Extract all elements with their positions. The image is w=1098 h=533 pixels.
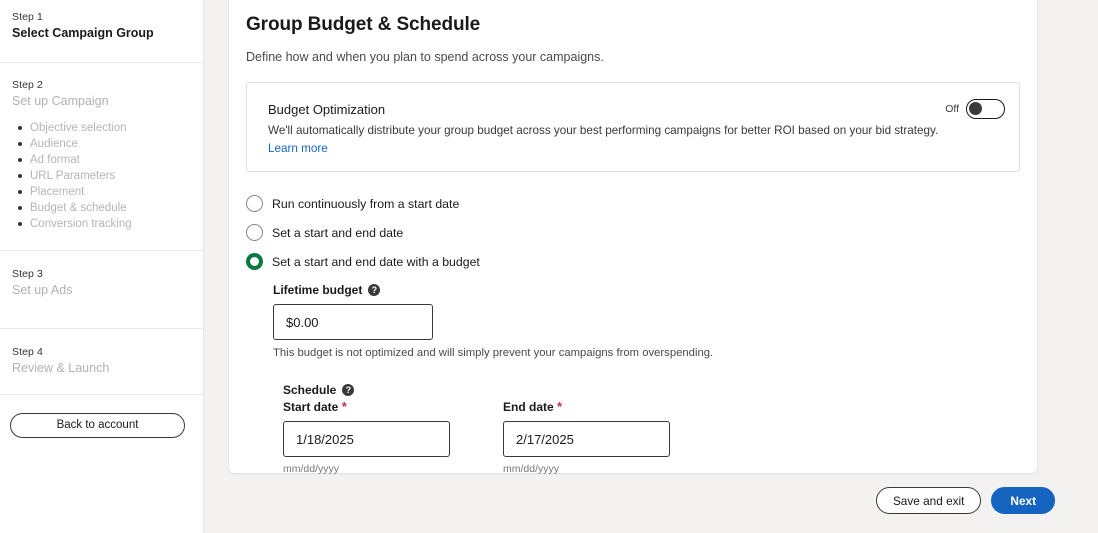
schedule-label-row: Schedule ? [283, 383, 1020, 397]
step-3-title: Set up Ads [12, 283, 73, 297]
step-3-kicker: Step 3 [12, 268, 43, 280]
step-2-kicker: Step 2 [12, 79, 43, 91]
sidebar-item-budget-schedule[interactable]: Budget & schedule [12, 200, 191, 216]
step-4-kicker: Step 4 [12, 346, 43, 358]
question-mark-icon[interactable]: ? [342, 384, 355, 396]
step-4-title: Review & Launch [12, 361, 110, 375]
end-date-format-hint: mm/dd/yyyy [503, 463, 560, 475]
page-subtitle: Define how and when you plan to spend ac… [246, 50, 604, 64]
radio-option-run-continuously[interactable]: Run continuously from a start date [246, 189, 1020, 218]
sidebar-item-ad-format[interactable]: Ad format [12, 152, 191, 168]
lifetime-budget-helper-text: This budget is not optimized and will si… [273, 347, 714, 359]
budget-optimization-title: Budget Optimization [268, 102, 386, 117]
app-root: Step 1 Select Campaign Group Step 2 Set … [0, 0, 1098, 533]
radio-option-start-end-date-with-budget[interactable]: Set a start and end date with a budget [246, 247, 1020, 276]
budget-optimization-panel: Budget Optimization We'll automatically … [246, 82, 1020, 172]
sidebar-item-objective-selection[interactable]: Objective selection [12, 120, 191, 136]
sidebar-step-4[interactable]: Step 4 Review & Launch [0, 328, 203, 394]
start-date-label-row: Start date * [283, 400, 453, 414]
toggle-state-label: Off [945, 103, 959, 115]
start-date-input[interactable] [283, 421, 450, 457]
required-marker: * [341, 399, 347, 414]
sidebar-step-1[interactable]: Step 1 Select Campaign Group [0, 0, 203, 62]
question-mark-icon[interactable]: ? [368, 284, 381, 296]
lifetime-budget-label: Lifetime budget [273, 283, 363, 297]
date-fields-row: Start date * mm/dd/yyyy End date * mm/dd… [283, 400, 1020, 475]
start-date-label: Start date [283, 400, 339, 414]
lifetime-budget-input[interactable] [273, 304, 433, 340]
radio-unchecked-icon[interactable] [246, 195, 263, 212]
step-1-title: Select Campaign Group [12, 26, 154, 40]
start-date-field: Start date * mm/dd/yyyy [283, 400, 453, 475]
step-2-title: Set up Campaign [12, 94, 109, 108]
next-button[interactable]: Next [991, 487, 1055, 514]
start-date-format-hint: mm/dd/yyyy [283, 463, 340, 475]
substep-list: Objective selection Audience Ad format U… [12, 120, 191, 232]
end-date-label: End date [503, 400, 554, 414]
radio-option-label: Set a start and end date [272, 225, 404, 240]
wizard-sidebar: Step 1 Select Campaign Group Step 2 Set … [0, 0, 204, 533]
budget-optimization-text: Budget Optimization We'll automatically … [268, 101, 938, 157]
sidebar-step-2[interactable]: Step 2 Set up Campaign Objective selecti… [0, 62, 203, 250]
back-to-account-button[interactable]: Back to account [10, 413, 185, 438]
save-and-exit-button[interactable]: Save and exit [875, 487, 982, 514]
sidebar-item-conversion-tracking[interactable]: Conversion tracking [12, 216, 191, 232]
budget-schedule-card: Group Budget & Schedule Define how and w… [229, 0, 1037, 475]
lifetime-budget-section: Lifetime budget ? This budget is not opt… [273, 283, 1020, 359]
step-1-kicker: Step 1 [12, 11, 43, 23]
end-date-label-row: End date * [503, 400, 673, 414]
sidebar-footer: Back to account [0, 394, 203, 438]
page-title: Group Budget & Schedule [246, 14, 481, 35]
sidebar-step-3[interactable]: Step 3 Set up Ads [0, 250, 203, 328]
budget-optimization-description: We'll automatically distribute your grou… [268, 124, 939, 137]
footer-actions: Save and exit Next [875, 487, 1055, 514]
toggle-knob-icon [969, 102, 982, 115]
radio-option-label: Run continuously from a start date [272, 196, 460, 211]
end-date-field: End date * mm/dd/yyyy [503, 400, 673, 475]
sidebar-item-url-parameters[interactable]: URL Parameters [12, 168, 191, 184]
learn-more-link[interactable]: Learn more [268, 141, 328, 157]
schedule-type-radio-group: Run continuously from a start date Set a… [246, 189, 1020, 276]
required-marker: * [557, 399, 563, 414]
radio-option-label: Set a start and end date with a budget [272, 254, 480, 269]
sidebar-item-placement[interactable]: Placement [12, 184, 191, 200]
end-date-input[interactable] [503, 421, 670, 457]
lifetime-budget-label-row: Lifetime budget ? [273, 283, 1020, 297]
budget-optimization-toggle-wrap: Off [945, 99, 1005, 119]
schedule-section: Schedule ? Start date * mm/dd/yyyy End d… [283, 383, 1020, 475]
radio-checked-icon[interactable] [246, 253, 263, 270]
schedule-label: Schedule [283, 383, 337, 397]
budget-optimization-toggle[interactable] [966, 99, 1005, 119]
radio-option-start-end-date[interactable]: Set a start and end date [246, 218, 1020, 247]
radio-unchecked-icon[interactable] [246, 224, 263, 241]
sidebar-item-audience[interactable]: Audience [12, 136, 191, 152]
